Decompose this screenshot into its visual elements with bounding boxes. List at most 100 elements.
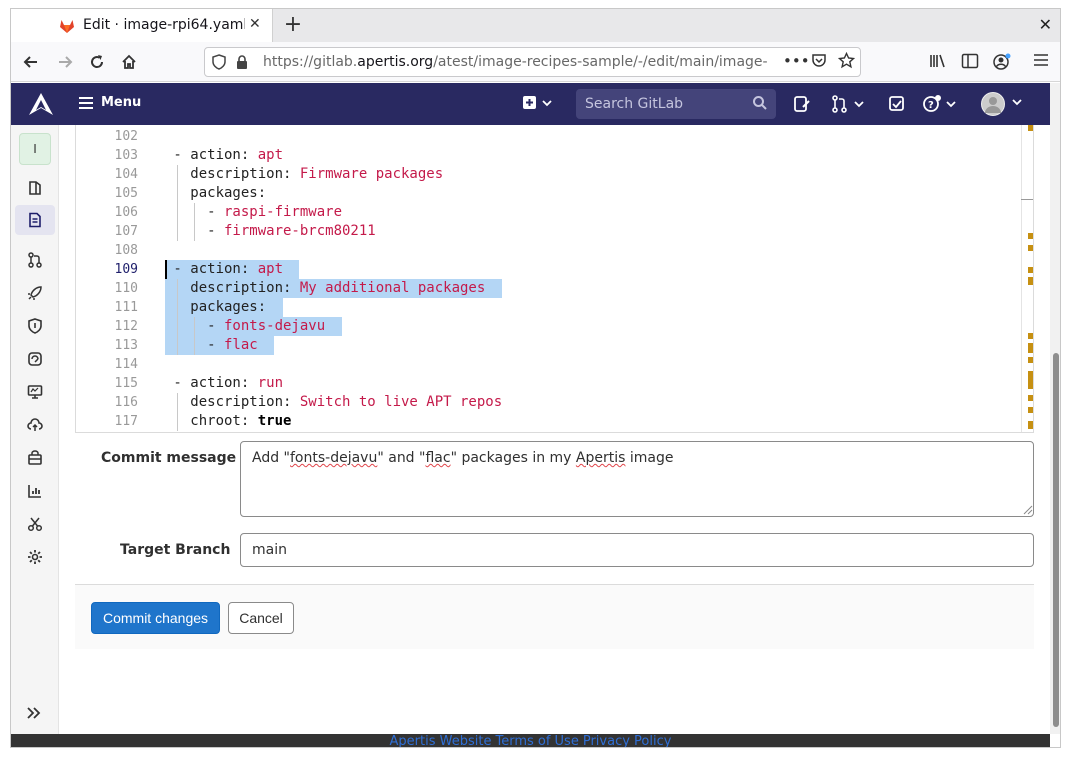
commit-text-misspelled: fonts-dejavu <box>290 450 378 466</box>
footer-link-terms[interactable]: Terms of Use <box>495 734 578 747</box>
code-text: - action: apt <box>173 146 283 165</box>
yaml-key: description: <box>190 280 300 296</box>
indent-guide <box>177 279 179 298</box>
ruler-mark <box>1028 333 1033 339</box>
editor-scroll-viewport[interactable] <box>1021 125 1033 200</box>
code-line: 111 packages: <box>76 298 1021 317</box>
close-tab-icon[interactable]: ✕ <box>249 16 261 32</box>
plus-square-icon <box>523 96 552 109</box>
monitor-icon[interactable] <box>25 382 45 402</box>
form-actions: Commit changes Cancel <box>75 584 1034 649</box>
commit-message-textarea[interactable]: Add "fonts-dejavu" and "flac" packages i… <box>240 441 1034 517</box>
analytics-chart-icon[interactable] <box>25 481 45 501</box>
tab-title: Edit · image-rpi64.yaml · <box>83 17 245 33</box>
code-line: 109 - action: apt <box>76 260 1021 279</box>
hamburger-menu-icon[interactable] <box>1033 53 1049 71</box>
lock-icon[interactable] <box>235 54 249 70</box>
browser-tab[interactable]: Edit · image-rpi64.yaml · ✕ <box>11 9 273 42</box>
code-text: description: Firmware packages <box>190 165 443 184</box>
line-number: 111 <box>114 300 138 315</box>
ruler-mark <box>1028 371 1033 389</box>
yaml-key: description: <box>190 166 300 182</box>
address-bar[interactable]: https://gitlab.apertis.org/atest/image-r… <box>204 47 861 77</box>
snippets-scissors-icon[interactable] <box>25 514 45 534</box>
menu-button[interactable]: Menu <box>79 95 141 110</box>
target-branch-input[interactable]: main <box>240 533 1034 567</box>
line-number: 113 <box>114 338 138 353</box>
collapse-sidebar-icon[interactable] <box>25 705 43 726</box>
deployments-icon[interactable] <box>25 349 45 369</box>
indent-guide <box>194 203 196 222</box>
new-tab-icon[interactable]: + <box>281 12 305 37</box>
back-icon[interactable] <box>17 48 45 76</box>
help-icon[interactable]: ? <box>923 95 959 117</box>
yaml-key: - action: <box>173 261 258 277</box>
commit-text: image <box>625 450 674 466</box>
commit-text: " and " <box>377 450 426 466</box>
code-line: 102 <box>76 127 1021 146</box>
packages-icon[interactable] <box>25 448 45 468</box>
yaml-string: Switch to live APT repos <box>299 394 503 410</box>
code-line: 116 description: Switch to live APT repos <box>76 393 1021 412</box>
code-text: description: Switch to live APT repos <box>190 393 502 412</box>
pocket-icon[interactable] <box>811 52 827 72</box>
settings-gear-icon[interactable] <box>25 547 45 567</box>
account-icon[interactable] <box>992 53 1012 75</box>
tracking-shield-icon[interactable] <box>211 54 227 70</box>
hamburger-icon <box>79 96 93 109</box>
merge-requests-icon[interactable] <box>831 95 867 117</box>
commit-changes-button[interactable]: Commit changes <box>91 602 220 634</box>
gitlab-header: Menu Search GitLab ? <box>11 83 1050 125</box>
project-avatar[interactable]: I <box>19 133 51 165</box>
page-scrollbar[interactable] <box>1050 83 1060 734</box>
merge-requests-sidebar-icon[interactable] <box>25 250 45 270</box>
footer-link-privacy[interactable]: Privacy Policy <box>583 734 672 747</box>
code-text: - flac <box>207 336 258 355</box>
apertis-logo-icon[interactable] <box>27 91 55 117</box>
yaml-string: run <box>257 375 284 391</box>
page-actions-icon[interactable]: ••• <box>783 52 810 70</box>
code-text: - action: apt <box>173 260 283 279</box>
commit-text: " packages in my <box>450 450 576 466</box>
close-window-icon[interactable]: ✕ <box>1039 15 1052 34</box>
line-number: 114 <box>114 357 138 372</box>
cancel-button[interactable]: Cancel <box>228 602 294 634</box>
sidebar-toggle-icon[interactable] <box>961 53 979 73</box>
home-icon[interactable] <box>115 48 143 76</box>
forward-icon[interactable] <box>51 48 79 76</box>
footer-link-website[interactable]: Apertis Website <box>390 734 492 747</box>
search-input[interactable]: Search GitLab <box>576 89 776 119</box>
issues-icon[interactable] <box>793 95 811 117</box>
line-number: 115 <box>114 376 138 391</box>
ruler-mark <box>1028 233 1033 239</box>
line-number: 116 <box>114 395 138 410</box>
url-path: /atest/image-recipes-sample/-/edit/main/… <box>433 54 768 70</box>
todos-icon[interactable] <box>888 95 906 117</box>
indent-guide <box>194 336 196 355</box>
ci-cd-rocket-icon[interactable] <box>25 283 45 303</box>
indent-guide <box>177 298 179 317</box>
yaml-key: - <box>207 204 224 220</box>
project-overview-icon[interactable] <box>25 178 45 198</box>
page-scrollbar-thumb[interactable] <box>1053 353 1059 727</box>
security-shield-icon[interactable] <box>25 316 45 336</box>
infrastructure-cloud-icon[interactable] <box>25 415 45 435</box>
chevron-down-icon[interactable] <box>1011 97 1023 112</box>
user-avatar[interactable] <box>981 92 1005 116</box>
commit-text-misspelled: flac <box>425 450 451 466</box>
navigation-bar: https://gitlab.apertis.org/atest/image-r… <box>11 42 1060 82</box>
resize-handle-icon[interactable] <box>1021 503 1033 515</box>
code-line: 103 - action: apt <box>76 146 1021 165</box>
code-line: 110 description: My additional packages <box>76 279 1021 298</box>
library-icon[interactable] <box>929 53 947 73</box>
commit-message-label: Commit message <box>101 450 237 466</box>
yaml-key: - <box>207 223 224 239</box>
browser-window: Edit · image-rpi64.yaml · ✕ + ✕ https://… <box>10 8 1061 748</box>
repository-icon[interactable] <box>15 205 55 235</box>
bookmark-star-icon[interactable] <box>837 51 856 73</box>
svg-text:?: ? <box>928 100 934 111</box>
reload-icon[interactable] <box>83 48 111 76</box>
code-editor[interactable]: 102 103 - action: apt 104 description: Firmw… <box>75 125 1034 433</box>
code-text: - firmware-brcm80211 <box>207 222 376 241</box>
new-item-dropdown[interactable] <box>523 95 555 115</box>
